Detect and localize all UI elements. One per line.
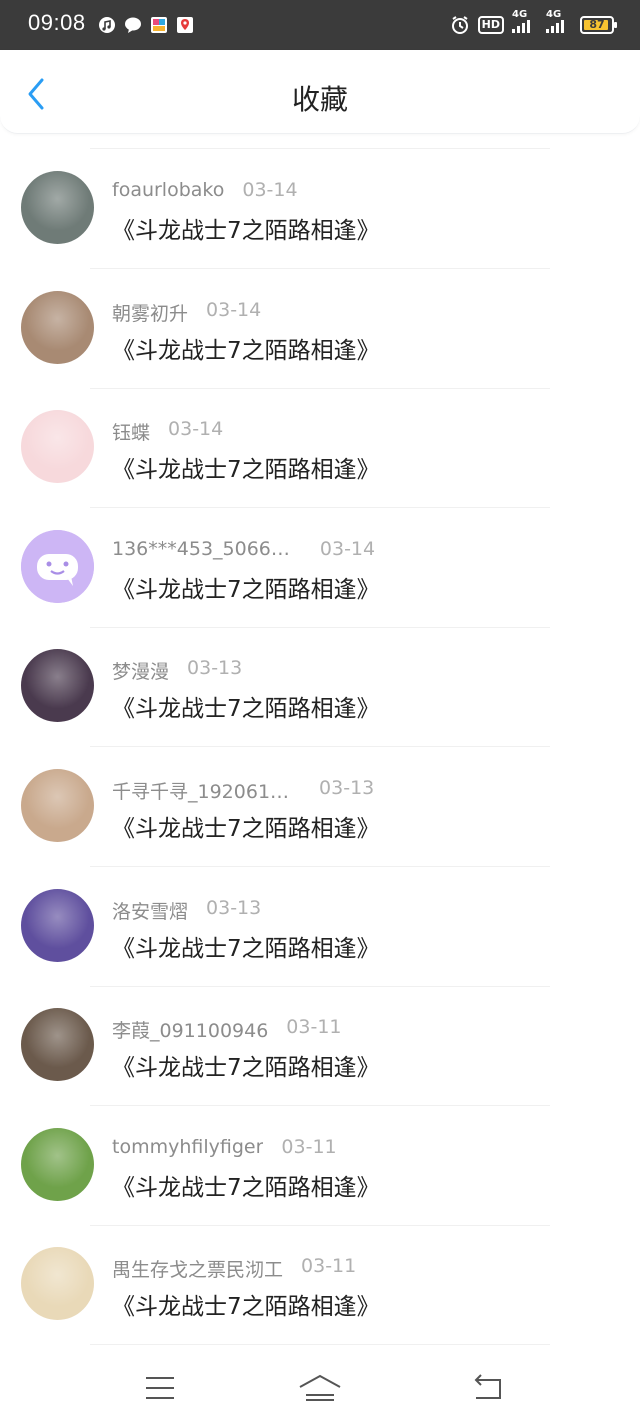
item-meta: 梦漫漫 03-13 — [112, 657, 243, 684]
user-name[interactable]: 千寻千寻_192061… — [112, 777, 289, 804]
item-meta: 洛安雪熠 03-13 — [112, 896, 262, 924]
item-date: 03-13 — [319, 777, 375, 799]
user-name[interactable]: tommyhfilyfiger — [112, 1136, 263, 1158]
item-meta: 李葭_091100946 03-11 — [112, 1016, 342, 1043]
list-item[interactable]: 梦漫漫 03-13 《斗龙战士7之陌路相逢》 — [0, 628, 640, 748]
user-name[interactable]: 禺生存戈之票民沏工 — [112, 1255, 283, 1282]
item-meta: tommyhfilyfiger 03-11 — [112, 1136, 337, 1160]
list-item[interactable]: 朝雾初升 03-14 《斗龙战士7之陌路相逢》 — [0, 270, 640, 389]
item-meta: 钰蝶 03-14 — [112, 418, 224, 445]
user-name[interactable]: foaurlobako — [112, 179, 224, 201]
chat-bubble-avatar-icon — [21, 529, 94, 603]
avatar[interactable] — [21, 649, 94, 723]
status-bar: 09:08 HD 4G 4G 87 — [0, 0, 640, 50]
status-right: HD 4G 4G 87 — [450, 9, 617, 38]
user-name[interactable]: 李葭_091100946 — [112, 1016, 268, 1043]
user-name[interactable]: 朝雾初升 — [112, 299, 188, 326]
list-item[interactable]: tommyhfilyfiger 03-11 《斗龙战士7之陌路相逢》 — [0, 1107, 640, 1226]
battery-level: 87 — [589, 18, 605, 31]
notification-icons — [98, 14, 194, 36]
app-icon — [151, 17, 167, 33]
signal-icon: 4G — [512, 9, 538, 33]
item-date: 03-11 — [301, 1255, 357, 1278]
list-item[interactable]: 千寻千寻_192061… 03-13 《斗龙战士7之陌路相逢》 — [0, 748, 640, 867]
item-date: 03-14 — [206, 298, 262, 321]
avatar[interactable] — [21, 769, 94, 842]
work-title[interactable]: 《斗龙战士7之陌路相逢》 — [112, 929, 380, 963]
work-title[interactable]: 《斗龙战士7之陌路相逢》 — [112, 331, 380, 365]
avatar[interactable] — [21, 1127, 94, 1201]
work-title[interactable]: 《斗龙战士7之陌路相逢》 — [112, 211, 380, 245]
page-title: 收藏 — [291, 83, 348, 116]
status-time: 09:08 — [28, 10, 86, 35]
user-name[interactable]: 梦漫漫 — [112, 657, 169, 684]
avatar[interactable] — [21, 1247, 94, 1321]
work-title[interactable]: 《斗龙战士7之陌路相逢》 — [112, 570, 380, 604]
map-pin-icon — [177, 17, 193, 33]
back-icon — [474, 1374, 501, 1399]
item-meta: 禺生存戈之票民沏工 03-11 — [112, 1255, 357, 1282]
item-date: 03-11 — [281, 1135, 337, 1158]
home-button[interactable] — [298, 1370, 342, 1406]
divider — [90, 1344, 550, 1346]
work-title[interactable]: 《斗龙战士7之陌路相逢》 — [112, 450, 380, 484]
avatar[interactable] — [21, 529, 94, 603]
list-item[interactable]: 李葭_091100946 03-11 《斗龙战士7之陌路相逢》 — [0, 987, 640, 1107]
list-item[interactable]: 钰蝶 03-14 《斗龙战士7之陌路相逢》 — [0, 389, 640, 509]
work-title[interactable]: 《斗龙战士7之陌路相逢》 — [112, 1287, 380, 1321]
avatar[interactable] — [21, 171, 94, 244]
divider — [90, 148, 550, 149]
list-item[interactable]: 禺生存戈之票民沏工 03-11 《斗龙战士7之陌路相逢》 — [0, 1226, 640, 1346]
menu-icon — [146, 1377, 174, 1399]
item-date: 03-14 — [319, 537, 376, 560]
item-meta: 千寻千寻_192061… 03-13 — [112, 777, 375, 804]
work-title[interactable]: 《斗龙战士7之陌路相逢》 — [112, 1168, 380, 1202]
item-meta: 136***453_5066… 03-14 — [112, 538, 375, 562]
work-title[interactable]: 《斗龙战士7之陌路相逢》 — [112, 809, 380, 843]
item-date: 03-11 — [286, 1016, 342, 1039]
avatar[interactable] — [21, 1008, 94, 1082]
list-item[interactable]: 洛安雪熠 03-13 《斗龙战士7之陌路相逢》 — [0, 868, 640, 987]
item-date: 03-14 — [242, 179, 298, 201]
hd-badge: HD — [477, 16, 504, 34]
avatar[interactable] — [21, 410, 94, 484]
item-date: 03-13 — [206, 896, 262, 919]
battery-icon: 87 — [580, 16, 617, 34]
item-meta: foaurlobako 03-14 — [112, 179, 298, 203]
user-name[interactable]: 钰蝶 — [112, 418, 150, 445]
network-type-1: 4G — [512, 9, 528, 20]
user-name[interactable]: 洛安雪熠 — [112, 897, 188, 924]
list-item[interactable]: foaurlobako 03-14 《斗龙战士7之陌路相逢》 — [0, 150, 640, 269]
user-name[interactable]: 136***453_5066… — [112, 538, 290, 560]
avatar[interactable] — [21, 290, 94, 364]
work-title[interactable]: 《斗龙战士7之陌路相逢》 — [112, 689, 380, 723]
alarm-icon — [451, 16, 468, 34]
item-meta: 朝雾初升 03-14 — [112, 298, 262, 326]
home-icon — [299, 1374, 341, 1401]
signal-icon-2: 4G — [546, 9, 572, 33]
system-nav-bar — [0, 1352, 640, 1427]
work-title[interactable]: 《斗龙战士7之陌路相逢》 — [112, 1048, 380, 1082]
avatar[interactable] — [21, 888, 94, 962]
list-item[interactable]: 136***453_5066… 03-14 《斗龙战士7之陌路相逢》 — [0, 509, 640, 628]
app-header: 收藏 — [0, 50, 640, 134]
chat-bubble-icon — [125, 17, 141, 33]
network-type-2: 4G — [546, 9, 562, 20]
item-date: 03-14 — [168, 418, 224, 441]
music-note-icon — [99, 17, 115, 33]
back-nav-button[interactable] — [466, 1370, 510, 1406]
item-date: 03-13 — [187, 657, 243, 680]
menu-button[interactable] — [138, 1370, 182, 1406]
